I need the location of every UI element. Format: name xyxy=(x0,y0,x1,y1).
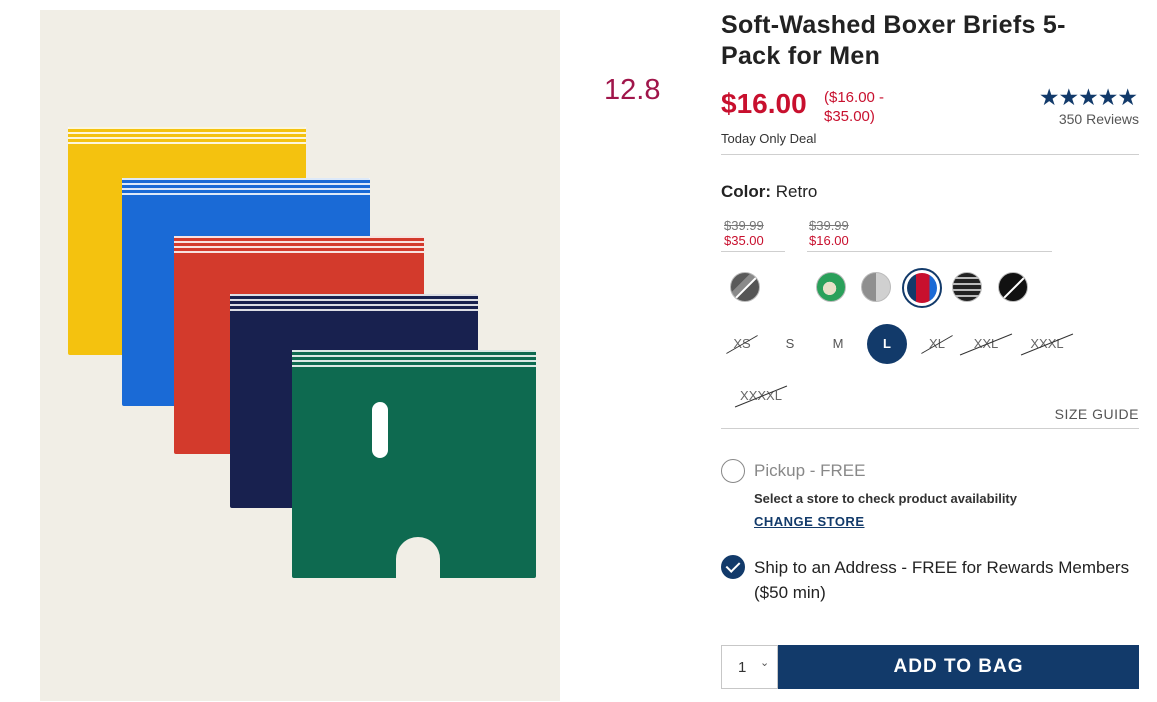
size-xl[interactable]: XL xyxy=(917,324,957,364)
size-m[interactable]: M xyxy=(818,324,858,364)
add-to-bag-button[interactable]: ADD TO BAG xyxy=(778,645,1139,689)
deal-text: Today Only Deal xyxy=(721,131,817,146)
green-brief xyxy=(292,350,536,579)
quantity-select[interactable]: 1 ⌄ xyxy=(721,645,778,689)
color-swatches xyxy=(721,264,1139,308)
pickup-label[interactable]: Pickup - FREE xyxy=(754,461,865,481)
swatch-black-stripe[interactable] xyxy=(952,272,982,302)
size-l[interactable]: L xyxy=(867,324,907,364)
product-info: Soft-Washed Boxer Briefs 5-Pack for Men … xyxy=(721,10,1139,629)
swatch-retro-selected[interactable] xyxy=(902,268,942,308)
fulfillment-options: Pickup - FREE Select a store to check pr… xyxy=(721,429,1139,629)
pickup-radio[interactable] xyxy=(721,459,745,483)
price-group: $39.99 $16.00 xyxy=(809,218,849,248)
price-range: ($16.00 - $35.00) xyxy=(824,89,885,125)
size-xxl[interactable]: XXL xyxy=(956,324,1016,364)
reviews-link[interactable]: 350 Reviews xyxy=(1059,111,1139,127)
size-selector: XS S M L XL XXL XXXL XXXXL SIZE GUIDE xyxy=(721,318,1139,428)
swatch-green-pattern[interactable] xyxy=(816,272,846,302)
swatch-gray-camo[interactable] xyxy=(730,272,760,302)
swatch-black[interactable] xyxy=(998,272,1028,302)
color-value: Retro xyxy=(775,182,818,201)
price-groups: $39.99 $35.00 $39.99 $16.00 xyxy=(721,218,1139,258)
change-store-link[interactable]: CHANGE STORE xyxy=(754,514,865,529)
price-group: $39.99 $35.00 xyxy=(724,218,764,248)
product-image[interactable] xyxy=(40,10,560,701)
divider xyxy=(721,154,1139,155)
price-row: $16.00 ($16.00 - $35.00) Today Only Deal… xyxy=(721,84,1139,154)
quantity-value: 1 xyxy=(738,659,747,676)
size-xxxl[interactable]: XXXL xyxy=(1017,324,1077,364)
ship-radio[interactable] xyxy=(721,555,745,579)
size-xxxxl[interactable]: XXXXL xyxy=(731,376,791,416)
color-label: Color: xyxy=(721,182,772,201)
size-s[interactable]: S xyxy=(770,324,810,364)
rating-stars[interactable]: ★★★★★ xyxy=(1039,84,1138,111)
chevron-down-icon: ⌄ xyxy=(760,657,770,669)
fly-opening xyxy=(372,402,388,458)
sale-price: $16.00 xyxy=(721,88,807,119)
pickup-note: Select a store to check product availabi… xyxy=(754,491,1017,506)
floating-number: 12.8 xyxy=(604,74,661,106)
size-xs[interactable]: XS xyxy=(722,324,762,364)
color-selection: Color: Retro xyxy=(721,182,1139,202)
ship-label[interactable]: Ship to an Address - FREE for Rewards Me… xyxy=(754,555,1134,605)
product-title: Soft-Washed Boxer Briefs 5-Pack for Men xyxy=(721,11,1066,70)
swatch-gray-heather[interactable] xyxy=(861,272,891,302)
size-guide-link[interactable]: SIZE GUIDE xyxy=(1055,406,1139,422)
